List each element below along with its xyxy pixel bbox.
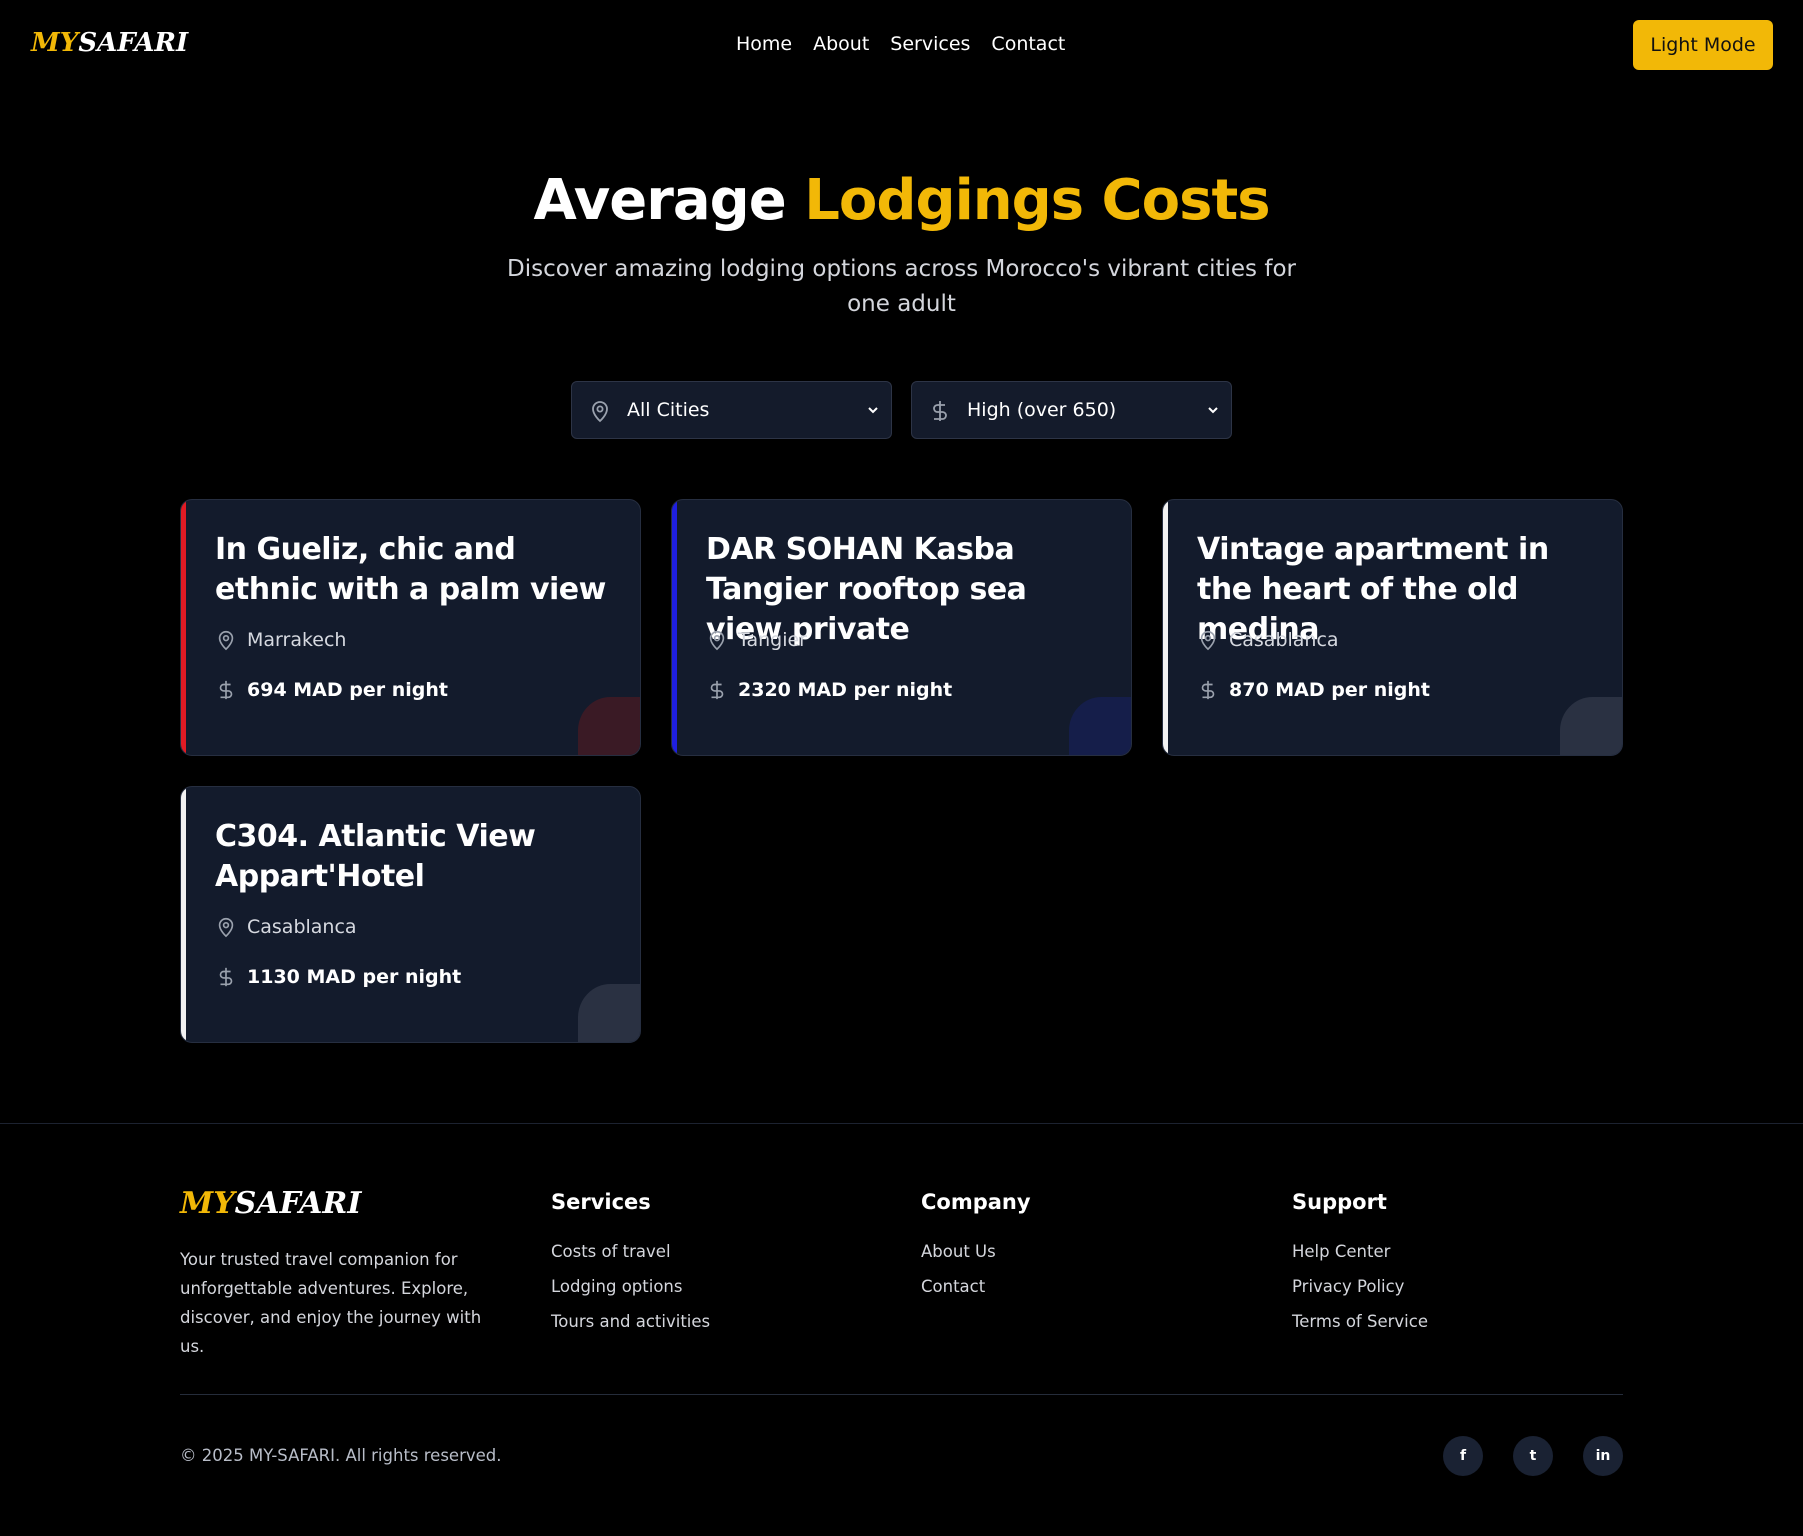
dollar-icon [219,967,233,987]
footer-logo[interactable]: MYSAFARI [180,1186,361,1221]
footer-link[interactable]: Lodging options [551,1269,710,1304]
dollar-icon [710,680,724,700]
price-select[interactable]: High (over 650) [911,381,1232,439]
footer-heading: Company [921,1190,1031,1214]
card-price: 2320 MAD per night [706,679,952,701]
card-title: C304. Atlantic View Appart'Hotel [215,819,536,894]
site-header: MYSAFARI Home About Services Contact Lig… [0,0,1803,92]
linkedin-icon[interactable]: in [1583,1436,1623,1476]
card-city: Tangier [706,629,807,651]
footer-description: Your trusted travel companion for unforg… [180,1250,482,1356]
footer-column-support: Support Help Center Privacy Policy Terms… [1292,1190,1428,1339]
page-subtitle: Discover amazing lodging options across … [507,256,1296,317]
card-decor-circle [578,697,640,755]
card-price-label: 694 MAD per night [247,679,448,701]
chevron-down-icon [868,407,878,414]
card-decor-circle [1069,697,1131,755]
title-accent: Lodgings Costs [804,168,1270,233]
card-city-label: Marrakech [247,629,347,651]
card-price: 694 MAD per night [215,679,448,701]
title-plain: Average [533,168,805,233]
footer-link[interactable]: Help Center [1292,1234,1428,1269]
card-decor-circle [1560,697,1622,755]
city-select-value: All Cities [627,399,710,421]
footer-link[interactable]: Costs of travel [551,1234,710,1269]
card-price: 1130 MAD per night [215,966,461,988]
footer-link[interactable]: Privacy Policy [1292,1269,1428,1304]
dollar-icon [1201,680,1215,700]
card-city-label: Tangier [738,629,807,651]
card-accent-bar [672,500,677,755]
lodging-card[interactable]: C304. Atlantic View Appart'Hotel Casabla… [180,786,641,1043]
card-city: Casablanca [215,916,357,938]
card-title: In Gueliz, chic and ethnic with a palm v… [215,532,606,607]
map-pin-icon [709,630,725,651]
lodging-card[interactable]: In Gueliz, chic and ethnic with a palm v… [180,499,641,756]
card-accent-bar [181,787,186,1042]
card-price-label: 870 MAD per night [1229,679,1430,701]
logo[interactable]: MYSAFARI [31,28,188,58]
footer-bottom-divider [180,1394,1623,1395]
nav-home[interactable]: Home [736,33,792,55]
map-pin-icon [1200,630,1216,651]
dollar-icon [219,680,233,700]
card-accent-bar [181,500,186,755]
city-select[interactable]: All Cities [571,381,892,439]
card-city: Marrakech [215,629,346,651]
card-price-label: 1130 MAD per night [247,966,462,988]
card-price: 870 MAD per night [1197,679,1430,701]
card-city-label: Casablanca [1229,629,1339,651]
dollar-icon [933,401,947,421]
footer-heading: Services [551,1190,651,1214]
footer-divider [0,1123,1803,1124]
footer-logo-safari: SAFARI [234,1186,362,1221]
footer-link[interactable]: About Us [921,1234,1031,1269]
facebook-icon[interactable]: f [1443,1436,1483,1476]
light-mode-button[interactable]: Light Mode [1633,20,1773,70]
card-accent-bar [1163,500,1168,755]
map-pin-icon [592,401,608,423]
footer-link[interactable]: Terms of Service [1292,1304,1428,1339]
map-pin-icon [218,630,234,651]
lodging-card[interactable]: Vintage apartment in the heart of the ol… [1162,499,1623,756]
nav-about[interactable]: About [813,33,869,55]
card-decor-circle [578,984,640,1042]
footer-heading: Support [1292,1190,1387,1214]
footer-link[interactable]: Contact [921,1269,1031,1304]
footer-column-services: Services Costs of travel Lodging options… [551,1190,710,1339]
map-pin-icon [218,917,234,938]
nav-services[interactable]: Services [890,33,970,55]
card-city: Casablanca [1197,629,1339,651]
logo-safari: SAFARI [78,28,189,58]
footer-logo-my: MY [180,1186,235,1221]
twitter-icon[interactable]: t [1513,1436,1553,1476]
footer-column-company: Company About Us Contact [921,1190,1031,1304]
card-city-label: Casablanca [247,916,357,938]
price-select-value: High (over 650) [967,399,1117,421]
logo-my: MY [31,28,79,58]
card-price-label: 2320 MAD per night [738,679,953,701]
page-title: Average Lodgings Costs [0,168,1803,233]
footer-link[interactable]: Tours and activities [551,1304,710,1339]
nav-contact[interactable]: Contact [991,33,1065,55]
chevron-down-icon [1208,407,1218,414]
copyright: © 2025 MY-SAFARI. All rights reserved. [180,1446,502,1465]
lodging-card[interactable]: DAR SOHAN Kasba Tangier rooftop sea view… [671,499,1132,756]
main-nav: Home About Services Contact [736,33,1065,55]
